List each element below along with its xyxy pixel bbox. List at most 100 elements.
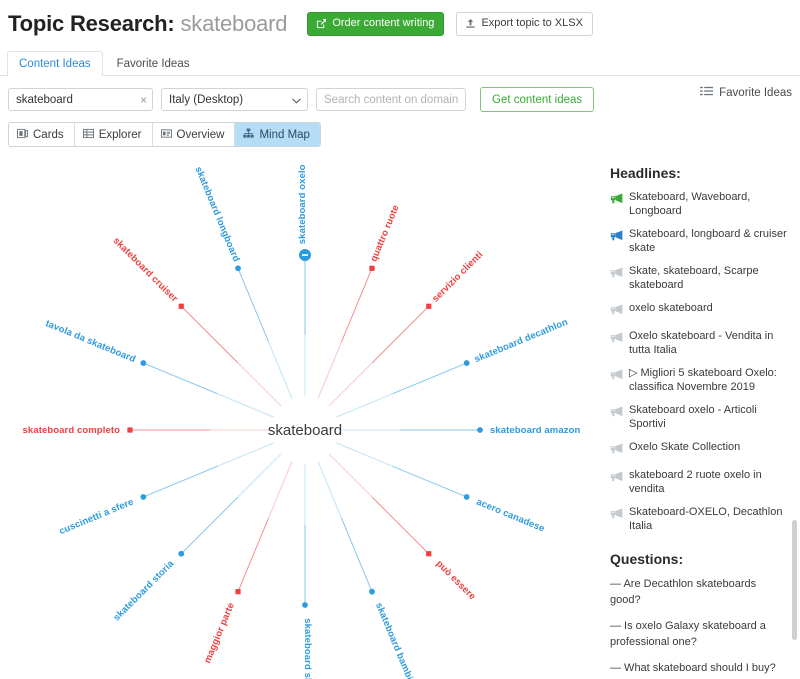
mindmap-node-marker[interactable] [178, 550, 185, 557]
headline-item[interactable]: Skateboard, longboard & cruiser skate [610, 227, 794, 255]
mindmap-node-marker[interactable] [477, 427, 483, 433]
headline-item[interactable]: oxelo skateboard [610, 301, 794, 320]
view-explorer-button[interactable]: Explorer [74, 123, 153, 146]
mindmap-node-label[interactable]: tavola da skateboard [44, 318, 137, 365]
megaphone-icon [610, 330, 623, 348]
view-switcher: Cards Explorer Overview Mind Map [8, 122, 321, 147]
mindmap-node-label[interactable]: skateboard shop [302, 618, 313, 679]
mindmap-node-marker[interactable] [299, 249, 311, 261]
mindmap-node-label[interactable]: acero canadese [475, 497, 546, 535]
mindmap-spoke-fade [328, 362, 373, 407]
mindmap-node-label[interactable]: skateboard amazon [490, 425, 580, 436]
mindmap-node-marker[interactable] [463, 360, 470, 366]
mindmap-spoke-fade [336, 442, 393, 467]
headline-text: Skate, skateboard, Scarpe skateboard [629, 265, 759, 291]
overview-icon [160, 128, 172, 142]
mindmap-node-marker[interactable] [178, 303, 184, 309]
main-tabs: Content Ideas Favorite Ideas [0, 50, 800, 76]
mindmap-spoke-fade [328, 453, 373, 498]
headline-item[interactable]: skateboard 2 ruote oxelo in vendita [610, 468, 794, 496]
export-topic-button[interactable]: Export topic to XLSX [456, 12, 593, 36]
headline-item[interactable]: Skateboard-OXELO, Decathlon Italia [610, 505, 794, 533]
view-cards-button[interactable]: Cards [9, 123, 75, 146]
mindmap-node-marker[interactable] [426, 551, 432, 557]
mindmap-node-label[interactable]: skateboard longboard [192, 165, 241, 263]
upload-icon [465, 18, 476, 29]
mindmap-spoke-fade [317, 461, 342, 518]
megaphone-icon [610, 265, 623, 283]
mindmap-spoke-fade [317, 342, 342, 399]
mindmap-node-marker[interactable] [127, 427, 133, 433]
headline-item[interactable]: Skateboard, Waveboard, Longboard [610, 190, 794, 218]
headline-item[interactable]: ▷ Migliori 5 skateboard Oxelo: classific… [610, 366, 794, 394]
headlines-list: Skateboard, Waveboard, Longboard Skateboa… [600, 190, 800, 533]
mindmap-node-label[interactable]: skateboard decathlon [473, 317, 570, 366]
megaphone-icon [610, 506, 623, 524]
headline-item[interactable]: Oxelo skateboard - Vendita in tutta Ital… [610, 329, 794, 357]
mindmap-node-marker[interactable] [235, 589, 241, 595]
mindmap-node-marker[interactable] [463, 494, 470, 500]
view-overview-button[interactable]: Overview [152, 123, 236, 146]
database-select[interactable]: Italy (Desktop) [161, 88, 308, 111]
mindmap-node-label[interactable]: skateboard bambini [373, 601, 418, 679]
right-panel: Headlines: Skateboard, Waveboard, Longbo… [600, 155, 800, 679]
page-title: Topic Research: skateboard [8, 11, 288, 37]
mindmap-node-marker[interactable] [302, 602, 308, 608]
page-title-keyword: skateboard [180, 11, 288, 36]
headline-item[interactable]: Skateboard oxelo - Articoli Sportivi [610, 403, 794, 431]
mindmap-node-marker[interactable] [235, 265, 241, 272]
mindmap-node-label[interactable]: skateboard oxelo [297, 164, 308, 244]
question-item[interactable]: — Is oxelo Galaxy skateboard a professio… [610, 618, 786, 650]
headlines-title: Headlines: [610, 165, 681, 181]
favorite-ideas-shortcut[interactable]: Favorite Ideas [700, 86, 792, 100]
headline-text: Skateboard-OXELO, Decathlon Italia [629, 506, 783, 532]
view-mindmap-button[interactable]: Mind Map [235, 123, 320, 146]
mindmap-canvas[interactable]: skateboard oxelo quattro ruote servizio cl… [0, 148, 600, 679]
mindmap-spoke-fade [237, 362, 282, 407]
headline-item[interactable]: Oxelo Skate Collection [610, 440, 794, 459]
view-cards-label: Cards [33, 128, 64, 141]
pencil-square-icon [316, 18, 327, 29]
headline-text: Oxelo Skate Collection [629, 441, 741, 453]
mindmap-node-label[interactable]: skateboard cruiser [111, 235, 180, 304]
mindmap-node-marker[interactable] [140, 360, 147, 366]
mindmap-node-marker[interactable] [426, 303, 432, 309]
headline-item[interactable]: Skate, skateboard, Scarpe skateboard [610, 264, 794, 292]
mindmap-node-label[interactable]: quattro ruote [368, 203, 401, 263]
megaphone-icon [610, 404, 623, 422]
tab-content-ideas[interactable]: Content Ideas [7, 51, 103, 76]
mindmap-spoke-fade [237, 453, 282, 498]
question-item[interactable]: — What skateboard should I buy? [610, 660, 786, 676]
favorite-ideas-label: Favorite Ideas [719, 87, 792, 99]
list-icon [700, 86, 714, 100]
mindmap-node-marker[interactable] [369, 265, 375, 271]
mindmap-node-label[interactable]: può essere [434, 558, 478, 602]
domain-search-input[interactable] [316, 88, 466, 111]
mindmap-spoke-fade [217, 442, 274, 467]
mindmap-spoke-fade [268, 461, 293, 518]
mindmap-spoke-fade [336, 393, 393, 418]
mindmap-node-label[interactable]: servizio clienti [430, 249, 485, 304]
mindmap-center-label[interactable]: skateboard [268, 422, 342, 439]
search-toolbar: × Italy (Desktop) Get content ideas [0, 76, 800, 112]
order-content-writing-button[interactable]: Order content writing [307, 12, 445, 36]
view-explorer-label: Explorer [98, 128, 142, 141]
mindmap-spoke-fade [268, 342, 293, 399]
clear-keyword-icon[interactable]: × [140, 94, 147, 106]
mindmap-node-label[interactable]: skateboard storia [111, 558, 176, 623]
get-content-ideas-button[interactable]: Get content ideas [480, 87, 595, 112]
right-panel-scrollbar[interactable] [792, 520, 797, 640]
mindmap-spoke-fade [217, 393, 274, 418]
keyword-input[interactable] [8, 88, 153, 111]
question-item[interactable]: — Are Decathlon skateboards good? [610, 576, 786, 608]
mindmap-node-marker[interactable] [369, 588, 375, 595]
mindmap-node-label[interactable]: maggior parte [202, 601, 237, 665]
mindmap-node-label[interactable]: cuscinetti a sfere [58, 497, 136, 538]
megaphone-icon [610, 441, 623, 459]
tab-favorite-ideas[interactable]: Favorite Ideas [105, 51, 202, 76]
mindmap-node-label[interactable]: skateboard completo [23, 425, 121, 436]
megaphone-icon [610, 469, 623, 487]
page-title-prefix: Topic Research: [8, 11, 175, 36]
mindmap-node-marker[interactable] [140, 494, 147, 500]
table-icon [82, 128, 94, 142]
